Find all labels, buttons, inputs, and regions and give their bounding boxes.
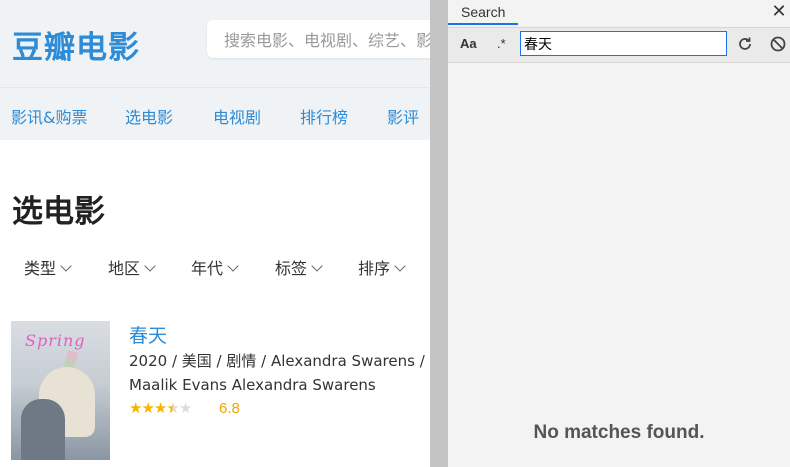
star-icon: ★ [129,400,142,417]
rating-stars: ★★★★★ [129,399,192,417]
page-title: 选电影 [12,194,105,230]
movie-meta-line: 2020 / 美国 / 剧情 / Alexandra Swarens / [129,352,425,370]
match-case-button[interactable]: Aa [460,36,477,51]
chevron-down-icon [311,260,323,272]
no-matches-message: No matches found. [533,422,705,443]
douban-page: 豆瓣电影 影讯&购票 选电影 电视剧 排行榜 影评 选电影 类型 地区 年代 标… [0,0,430,467]
search-panel-tabbar: Search ✕ [448,0,790,28]
star-icon: ★ [141,400,154,417]
rating-score: 6.8 [219,400,240,417]
search-query-input[interactable] [520,31,727,56]
filter-tag-label: 标签 [275,259,308,278]
search-toolbar: Aa .* [448,28,790,63]
filter-region-label: 地区 [108,259,141,278]
star-empty-icon: ★ [178,400,192,417]
regex-button[interactable]: .* [497,36,506,51]
chevron-down-icon [227,260,239,272]
refresh-icon[interactable] [735,34,755,54]
close-icon[interactable]: ✕ [770,2,788,20]
nav-item-tv[interactable]: 电视剧 [213,104,261,128]
filter-tag[interactable]: 标签 [275,255,323,279]
poster-figure [21,399,65,460]
main-nav: 影讯&购票 选电影 电视剧 排行榜 影评 [0,87,430,140]
half-star-icon: ★ [166,400,179,417]
movie-item: Spring 春天 2020 / 美国 / 剧情 / Alexandra Swa… [11,321,430,461]
site-search-box[interactable] [207,20,430,60]
nav-item-reviews[interactable]: 影评 [387,104,419,128]
filter-genre[interactable]: 类型 [24,255,72,279]
star-icon: ★ [153,400,167,417]
filter-sort-label: 排序 [358,259,391,278]
filter-year[interactable]: 年代 [191,255,239,279]
poster-title: Spring [25,331,86,350]
panel-divider[interactable] [430,0,448,467]
chevron-down-icon [394,260,406,272]
movie-title[interactable]: 春天 [129,321,167,348]
search-panel: Search ✕ Aa .* No matches found. [448,0,790,467]
site-header: 豆瓣电影 [0,0,430,87]
nav-item-tickets[interactable]: 影讯&购票 [11,104,87,128]
chevron-down-icon [144,260,156,272]
filter-year-label: 年代 [191,259,224,278]
movie-meta: 2020 / 美国 / 剧情 / Alexandra Swarens / Maa… [129,349,429,397]
clear-icon[interactable] [768,34,788,54]
filter-region[interactable]: 地区 [108,255,156,279]
nav-item-movies[interactable]: 选电影 [125,104,173,128]
nav-item-charts[interactable]: 排行榜 [300,104,348,128]
movie-poster[interactable]: Spring [11,321,110,460]
site-logo[interactable]: 豆瓣电影 [12,22,140,67]
site-search-input[interactable] [207,20,430,60]
filter-bar: 类型 地区 年代 标签 排序 [0,255,430,279]
filter-sort[interactable]: 排序 [358,255,406,279]
chevron-down-icon [60,260,72,272]
tab-search[interactable]: Search [448,0,518,25]
filter-genre-label: 类型 [24,259,57,278]
movie-meta-line: Maalik Evans Alexandra Swarens [129,376,376,394]
